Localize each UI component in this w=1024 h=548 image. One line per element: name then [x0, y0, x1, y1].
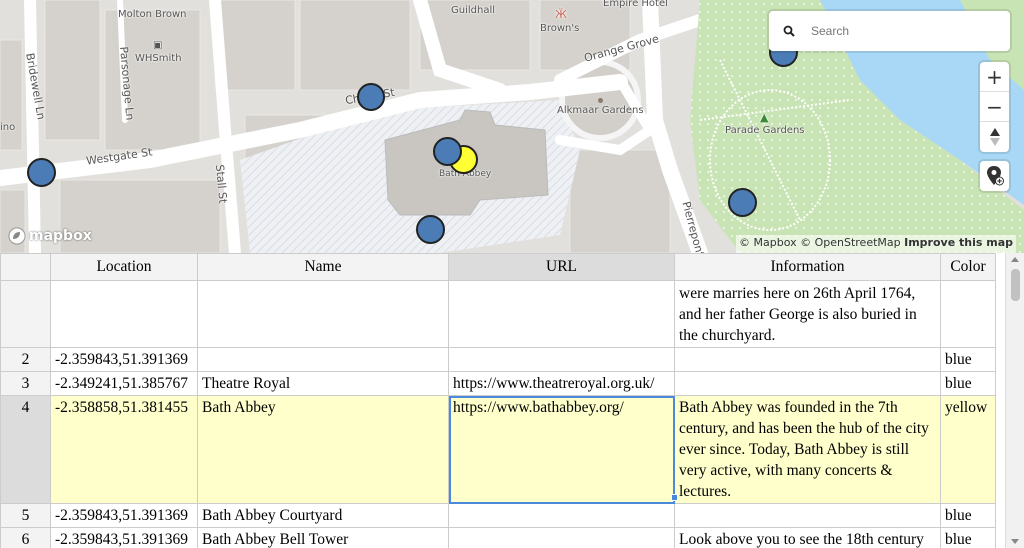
cell-color[interactable]: blue: [940, 347, 996, 372]
column-header[interactable]: Information: [674, 253, 941, 281]
table-row: 2 -2.359843,51.391369 blue: [0, 347, 996, 372]
attribution-osm-link[interactable]: © OpenStreetMap: [800, 236, 901, 249]
poi-label-empire-hotel: Empire Hotel: [603, 0, 668, 9]
map-marker[interactable]: [433, 137, 462, 166]
add-marker-button[interactable]: [980, 161, 1009, 191]
table-row: 3 -2.349241,51.385767 Theatre Royal http…: [0, 371, 996, 396]
scroll-down-arrow-icon[interactable]: [1011, 539, 1019, 544]
zoom-controls: + −: [980, 62, 1009, 152]
restaurant-icon: Ӝ: [555, 8, 567, 21]
mapbox-logo-icon: [8, 227, 26, 245]
cell-name[interactable]: Theatre Royal: [197, 371, 449, 396]
cell-name[interactable]: [197, 280, 449, 348]
attribution-mapbox-link[interactable]: © Mapbox: [739, 236, 797, 249]
spreadsheet[interactable]: Location Name URL Information Color were…: [0, 253, 1024, 548]
fill-handle[interactable]: [671, 494, 678, 501]
row-header[interactable]: 6: [0, 527, 51, 548]
cell-location[interactable]: -2.358858,51.381455: [50, 395, 198, 504]
cell-information[interactable]: Look above you to see the 18th century: [674, 527, 941, 548]
tree-icon: ▲: [760, 111, 769, 124]
data-table: Location Name URL Information Color were…: [0, 253, 996, 548]
map-marker[interactable]: [728, 188, 757, 217]
header-row: Location Name URL Information Color: [0, 253, 996, 281]
cell-location[interactable]: -2.359843,51.391369: [50, 503, 198, 528]
improve-map-link[interactable]: Improve this map: [904, 236, 1013, 249]
zoom-in-label: +: [986, 64, 1003, 89]
search-icon: [783, 25, 795, 37]
cell-color[interactable]: blue: [940, 503, 996, 528]
row-header[interactable]: [0, 280, 51, 348]
scrollbar-thumb[interactable]: [1011, 269, 1020, 301]
zoom-out-label: −: [986, 94, 1003, 119]
table-row-selected: 4 -2.358858,51.381455 Bath Abbey https:/…: [0, 395, 996, 504]
cell-url[interactable]: [448, 280, 675, 348]
map-pin-add-icon: [986, 166, 1004, 186]
column-header[interactable]: Location: [50, 253, 198, 281]
vertical-scrollbar[interactable]: [1005, 253, 1024, 548]
scroll-up-arrow-icon[interactable]: [1011, 257, 1019, 262]
map-marker[interactable]: [357, 83, 385, 111]
zoom-out-button[interactable]: −: [980, 92, 1009, 122]
cell-color[interactable]: blue: [940, 371, 996, 396]
poi-label-guildhall: Guildhall: [451, 5, 496, 16]
map-marker[interactable]: [27, 158, 56, 187]
cell-location[interactable]: [50, 280, 198, 348]
row-header[interactable]: 3: [0, 371, 51, 396]
cell-name[interactable]: [197, 347, 449, 372]
map-view[interactable]: Bridewell Ln Parsonage Ln Westgate St St…: [0, 0, 1024, 253]
table-row: were marries here on 26th April 1764, an…: [0, 280, 996, 348]
search-input[interactable]: [809, 23, 993, 39]
poi-label-molton-brown: Molton Brown: [118, 9, 187, 20]
cell-information[interactable]: [674, 347, 941, 372]
map-marker[interactable]: [416, 215, 445, 244]
row-header[interactable]: 5: [0, 503, 51, 528]
corner-cell[interactable]: [0, 253, 51, 281]
row-header[interactable]: 4: [0, 395, 51, 504]
cell-location[interactable]: -2.359843,51.391369: [50, 347, 198, 372]
cell-color[interactable]: [940, 280, 996, 348]
poi-label-browns: Brown's: [540, 23, 580, 34]
cell-url[interactable]: [448, 347, 675, 372]
table-row: 5 -2.359843,51.391369 Bath Abbey Courtya…: [0, 503, 996, 528]
row-header[interactable]: 2: [0, 347, 51, 372]
cell-information[interactable]: [674, 371, 941, 396]
cell-url[interactable]: https://www.theatreroyal.org.uk/: [448, 371, 675, 396]
cell-information-text: were marries here on 26th April 1764, an…: [679, 285, 917, 344]
geolocate-controls: [980, 161, 1009, 191]
poi-label-parade-gardens: Parade Gardens: [725, 125, 805, 136]
map-attribution: © Mapbox © OpenStreetMap Improve this ma…: [736, 235, 1016, 253]
cell-information[interactable]: [674, 503, 941, 528]
poi-label-alkmaar-gardens: Alkmaar Gardens: [557, 105, 644, 116]
cell-name[interactable]: Bath Abbey Bell Tower: [197, 527, 449, 548]
bag-icon: ▣: [153, 40, 163, 51]
cell-url[interactable]: [448, 527, 675, 548]
street-label-ino: ino: [0, 122, 16, 133]
cell-information[interactable]: were marries here on 26th April 1764, an…: [674, 280, 941, 348]
compass-icon: [989, 128, 1000, 146]
table-row: 6 -2.359843,51.391369 Bath Abbey Bell To…: [0, 527, 996, 548]
mapbox-logo-text: mapbox: [29, 228, 92, 244]
column-header[interactable]: URL: [448, 253, 675, 281]
cell-location[interactable]: -2.349241,51.385767: [50, 371, 198, 396]
cell-color[interactable]: yellow: [940, 395, 996, 504]
zoom-in-button[interactable]: +: [980, 62, 1009, 92]
map-search-box[interactable]: [769, 11, 1010, 51]
cell-name[interactable]: Bath Abbey Courtyard: [197, 503, 449, 528]
cell-location[interactable]: -2.359843,51.391369: [50, 527, 198, 548]
compass-button[interactable]: [980, 122, 1009, 152]
cell-url-active[interactable]: https://www.bathabbey.org/: [448, 395, 675, 504]
cell-color[interactable]: blue: [940, 527, 996, 548]
cell-information[interactable]: Bath Abbey was founded in the 7th centur…: [674, 395, 941, 504]
cell-name[interactable]: Bath Abbey: [197, 395, 449, 504]
mapbox-logo[interactable]: mapbox: [7, 226, 92, 246]
poi-label-whsmith: WHSmith: [135, 53, 182, 64]
column-header[interactable]: Name: [197, 253, 449, 281]
column-header[interactable]: Color: [940, 253, 996, 281]
cell-url[interactable]: [448, 503, 675, 528]
